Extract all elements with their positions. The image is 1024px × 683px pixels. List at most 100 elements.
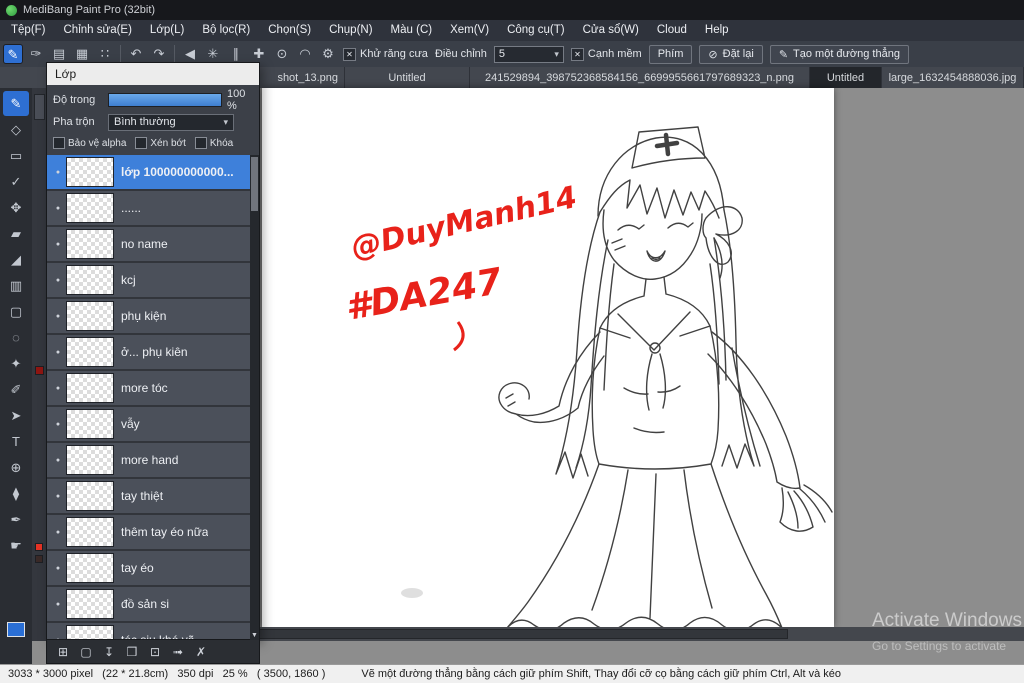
- select-rect-tool[interactable]: ▭: [3, 143, 29, 168]
- key-button[interactable]: Phím: [648, 44, 693, 64]
- adjust-dropdown[interactable]: 5 ▾: [493, 45, 564, 63]
- layer-visibility-dot[interactable]: ●: [50, 349, 66, 356]
- layer-row-8[interactable]: ● more hand: [47, 443, 259, 477]
- text-tool[interactable]: T: [3, 429, 29, 454]
- layer-row-12[interactable]: ● đồ sản si: [47, 587, 259, 621]
- reset-button[interactable]: ⊘ Đặt lại: [699, 44, 763, 64]
- menu-item-7[interactable]: Xem(V): [441, 20, 498, 41]
- dodge-tool[interactable]: ✓: [3, 169, 29, 194]
- operation-tool[interactable]: ➤: [3, 403, 29, 428]
- magic-wand-tool[interactable]: ✦: [3, 351, 29, 376]
- layer-row-0[interactable]: ● lớp 100000000000...: [47, 155, 259, 189]
- pages-icon[interactable]: ▤: [51, 44, 67, 64]
- tab-2[interactable]: 241529894_398752368584156_66999556617976…: [470, 67, 810, 88]
- layer-visibility-dot[interactable]: ●: [50, 565, 66, 572]
- new-layer-icon[interactable]: ⊞: [54, 645, 72, 659]
- tab-4[interactable]: large_1632454888036.jpg: [882, 67, 1024, 88]
- layer-row-1[interactable]: ●......: [47, 191, 259, 225]
- delete-layer-icon[interactable]: ✗: [192, 645, 210, 659]
- scrollbar-thumb[interactable]: [251, 157, 258, 211]
- blend-dropdown[interactable]: Bình thường ▾: [108, 113, 234, 131]
- antialias-checkbox[interactable]: ✕ Khử răng cưa: [343, 47, 428, 61]
- layer-visibility-dot[interactable]: ●: [50, 457, 66, 464]
- layer-list-scrollbar[interactable]: ▼: [250, 155, 259, 641]
- layer-visibility-dot[interactable]: ●: [50, 205, 66, 212]
- lock-checkbox[interactable]: Khóa: [194, 137, 233, 149]
- pen-icon[interactable]: ✑: [28, 44, 44, 64]
- active-brush-chip[interactable]: ✎: [3, 44, 23, 64]
- zoom-tool[interactable]: ⊕: [3, 455, 29, 480]
- transfer-layer-icon[interactable]: ➟: [169, 645, 187, 659]
- opacity-slider[interactable]: [108, 93, 222, 107]
- layer-row-9[interactable]: ● tay thiệt: [47, 479, 259, 513]
- snap-cross-icon[interactable]: ✚: [251, 44, 267, 64]
- eyedropper-tool[interactable]: ⧫: [3, 481, 29, 506]
- layer-row-13[interactable]: ● tóc siu khó vẽ: [47, 623, 259, 639]
- duplicate-layer-icon[interactable]: ⊡: [146, 645, 164, 659]
- tab-1[interactable]: Untitled: [345, 67, 470, 88]
- snap-vanish-icon[interactable]: ⊙: [274, 44, 290, 64]
- foreground-color-swatch[interactable]: [7, 622, 25, 637]
- layer-visibility-dot[interactable]: ●: [50, 313, 66, 320]
- gear-icon[interactable]: ⚙: [320, 44, 336, 64]
- layer-row-6[interactable]: ● more tóc: [47, 371, 259, 405]
- shape-fill-tool[interactable]: ▰: [3, 221, 29, 246]
- layer-visibility-dot[interactable]: ●: [50, 493, 66, 500]
- move-tool[interactable]: ✥: [3, 195, 29, 220]
- layer-icon[interactable]: ▢: [77, 645, 95, 659]
- undo-icon[interactable]: ↶: [128, 44, 144, 64]
- snap-off-icon[interactable]: ✳: [205, 44, 221, 64]
- layer-visibility-dot[interactable]: ●: [50, 385, 66, 392]
- menu-item-1[interactable]: Chỉnh sửa(E): [55, 20, 141, 41]
- menu-item-8[interactable]: Công cụ(T): [498, 20, 574, 41]
- make-line-button[interactable]: ✎ Tạo một đường thẳng: [769, 44, 909, 64]
- prev-icon[interactable]: ◀: [182, 44, 198, 64]
- menu-item-3[interactable]: Bộ lọc(R): [193, 20, 259, 41]
- menu-item-10[interactable]: Cloud: [648, 20, 696, 41]
- layer-row-5[interactable]: ● ở... phụ kiên: [47, 335, 259, 369]
- layer-visibility-dot[interactable]: ●: [50, 421, 66, 428]
- redo-icon[interactable]: ↷: [151, 44, 167, 64]
- layer-visibility-dot[interactable]: ●: [50, 601, 66, 608]
- menu-item-2[interactable]: Lớp(L): [141, 20, 193, 41]
- merge-down-icon[interactable]: ↧: [100, 645, 118, 659]
- canvas[interactable]: @DuyManh14 #DA247: [262, 88, 834, 627]
- layer-row-3[interactable]: ● kcj: [47, 263, 259, 297]
- layer-visibility-dot[interactable]: ●: [50, 169, 66, 176]
- layer-row-7[interactable]: ● vẫy: [47, 407, 259, 441]
- grid-icon[interactable]: ▦: [74, 44, 90, 64]
- brush-tool[interactable]: ✎: [3, 91, 29, 116]
- color-swatch-dark[interactable]: [35, 555, 43, 563]
- dots-icon[interactable]: ∷: [97, 44, 113, 64]
- snap-ellipse-icon[interactable]: ◠: [297, 44, 313, 64]
- sliver-panel-tab[interactable]: [34, 94, 45, 120]
- layer-row-2[interactable]: ● no name: [47, 227, 259, 261]
- folder-icon[interactable]: ❒: [123, 645, 141, 659]
- menu-item-9[interactable]: Cửa sổ(W): [574, 20, 648, 41]
- menu-item-11[interactable]: Help: [696, 20, 738, 41]
- snap-parallel-icon[interactable]: ∥: [228, 44, 244, 64]
- menu-item-5[interactable]: Chụp(N): [320, 20, 381, 41]
- marquee-tool[interactable]: ▢: [3, 299, 29, 324]
- layer-row-10[interactable]: ● thêm tay éo nữa: [47, 515, 259, 549]
- bucket-tool[interactable]: ◢: [3, 247, 29, 272]
- pen-tool[interactable]: ✒: [3, 507, 29, 532]
- menu-item-4[interactable]: Chọn(S): [259, 20, 320, 41]
- color-swatch-darkred[interactable]: [35, 366, 44, 375]
- layer-visibility-dot[interactable]: ●: [50, 529, 66, 536]
- color-swatch-red[interactable]: [35, 543, 43, 551]
- layer-visibility-dot[interactable]: ●: [50, 277, 66, 284]
- tab-3[interactable]: Untitled: [810, 67, 882, 88]
- hand-tool[interactable]: ☛: [3, 533, 29, 558]
- protect-alpha-checkbox[interactable]: Bảo vệ alpha: [53, 137, 126, 149]
- layer-row-4[interactable]: ● phụ kiện: [47, 299, 259, 333]
- gradient-tool[interactable]: ▥: [3, 273, 29, 298]
- layer-visibility-dot[interactable]: ●: [50, 637, 66, 640]
- layer-visibility-dot[interactable]: ●: [50, 241, 66, 248]
- clipping-checkbox[interactable]: Xén bớt: [135, 137, 186, 149]
- lasso-tool[interactable]: ◌: [3, 325, 29, 350]
- eraser-tool[interactable]: ◇: [3, 117, 29, 142]
- menu-item-0[interactable]: Tệp(F): [2, 20, 55, 41]
- menu-item-6[interactable]: Màu (C): [382, 20, 442, 41]
- soft-edge-checkbox[interactable]: ✕ Cạnh mềm: [570, 47, 642, 61]
